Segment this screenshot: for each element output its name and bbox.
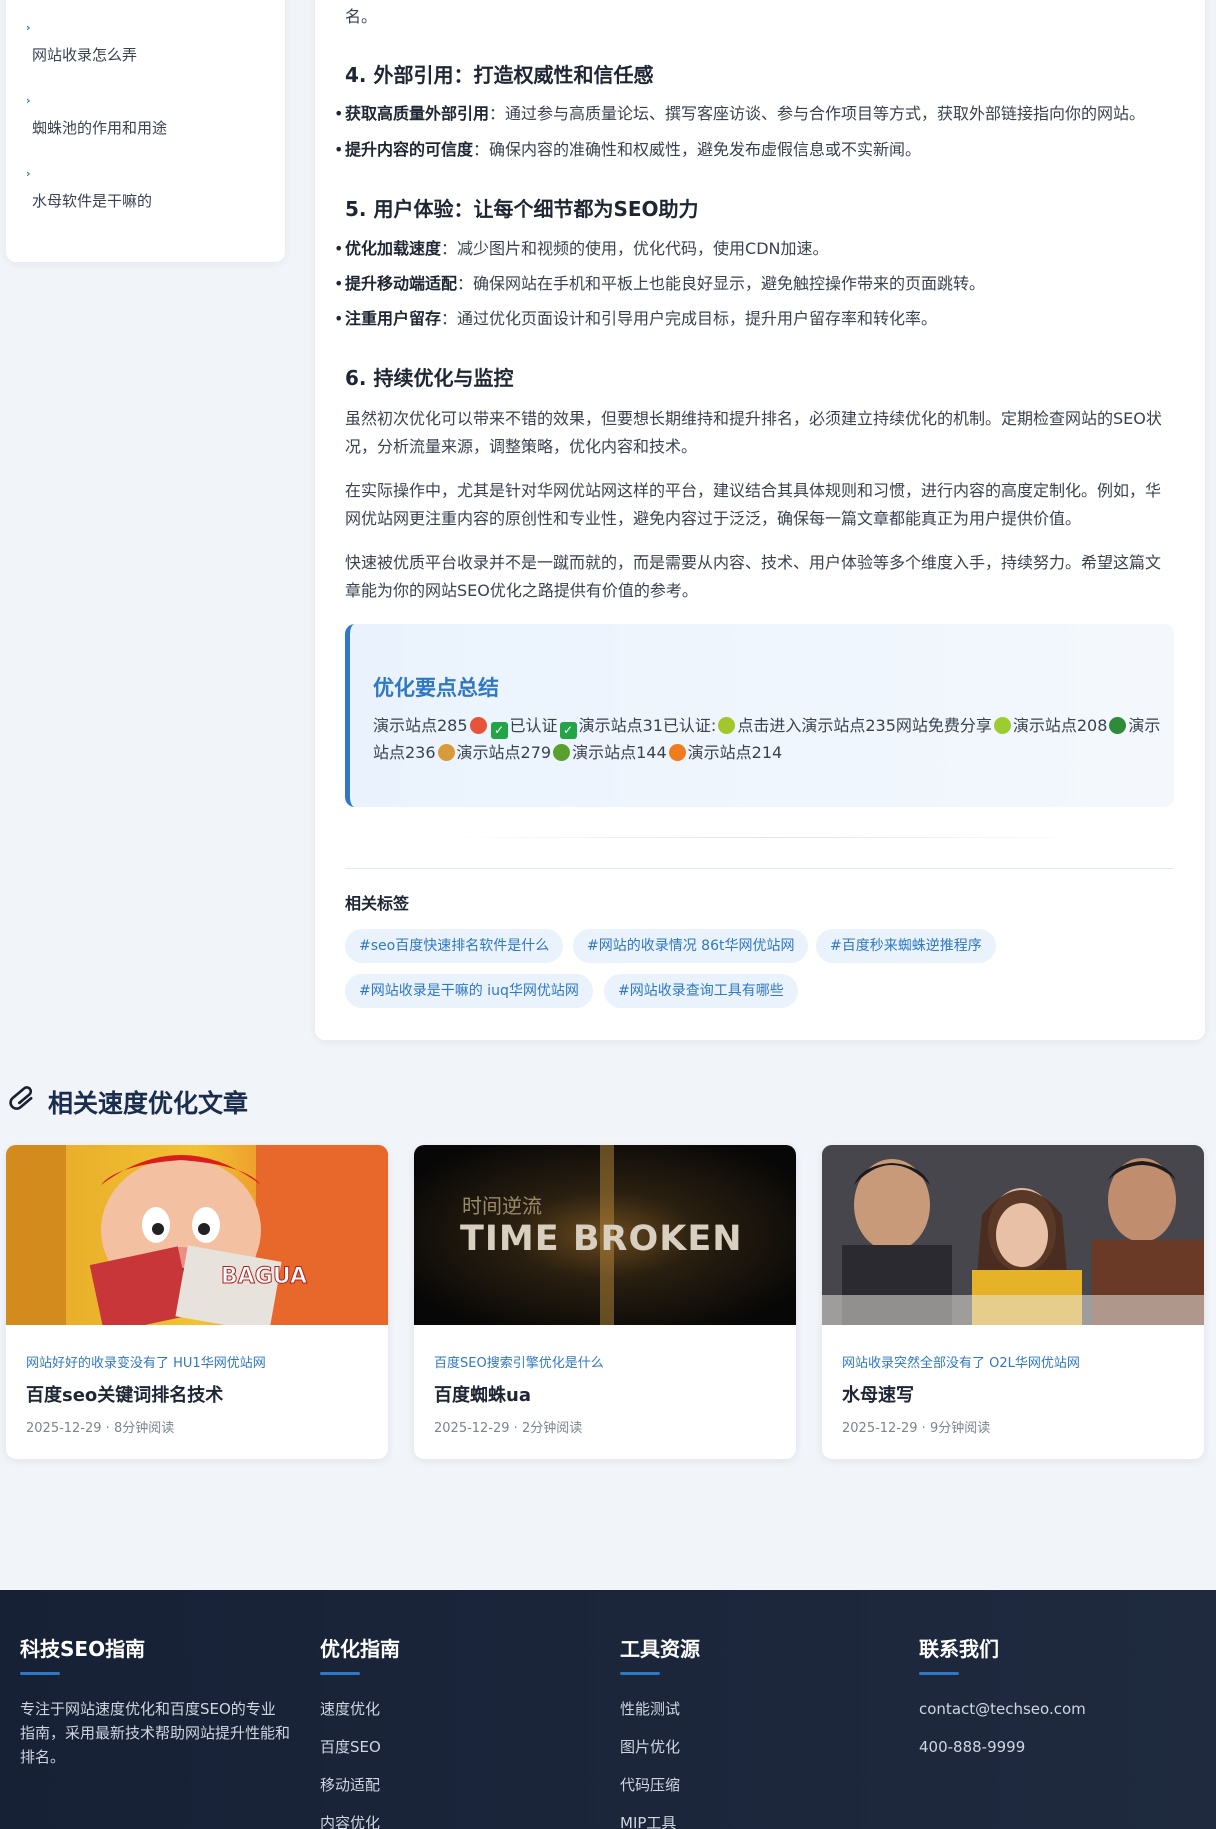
sidebar-item-label: 网站收录怎么弄: [32, 46, 138, 64]
footer-col-title: 优化指南: [320, 1637, 400, 1661]
peanut-icon: [437, 744, 455, 761]
list-item: 提升内容的可信度：确保内容的准确性和权威性，避免发布虚假信息或不实新闻。: [334, 138, 1175, 162]
section-4-list: 获取高质量外部引用：通过参与高质量论坛、撰写客座访谈、参与合作项目等方式，获取外…: [334, 102, 1175, 162]
sidebar-item-2[interactable]: › 蜘蛛池的作用和用途: [26, 95, 167, 138]
section-heading-4: 4. 外部引用：打造权威性和信任感: [345, 63, 654, 87]
title-underline: [20, 1672, 60, 1675]
article-paragraph: 名。: [345, 7, 378, 26]
svg-text:TIME BROKEN: TIME BROKEN: [460, 1219, 743, 1259]
article-paragraph: 快速被优质平台收录并不是一蹴而就的，而是需要从内容、技术、用户体验等多个维度入手…: [345, 553, 1162, 600]
site-footer: 科技SEO指南 专注于网站速度优化和百度SEO的专业指南，采用最新技术帮助网站提…: [0, 1590, 1216, 1829]
footer-link[interactable]: 百度SEO: [320, 1735, 400, 1759]
article-thumbnail: 时间逆流 TIME BROKEN: [414, 1145, 796, 1325]
footer-col-title: 科技SEO指南: [20, 1637, 146, 1661]
article-paragraph: 在实际操作中，尤其是针对华网优站网这样的平台，建议结合其具体规则和习惯，进行内容…: [345, 481, 1162, 528]
footer-col-title: 工具资源: [620, 1637, 700, 1661]
footer-link[interactable]: 代码压缩: [620, 1773, 700, 1797]
svg-text:BAGUA: BAGUA: [221, 1264, 307, 1289]
related-card-2[interactable]: 时间逆流 TIME BROKEN 百度SEO搜索引擎优化是什么 百度蜘蛛ua 2…: [414, 1145, 796, 1459]
green-apple-icon: [993, 717, 1011, 734]
footer-col-about: 科技SEO指南 专注于网站速度优化和百度SEO的专业指南，采用最新技术帮助网站提…: [20, 1633, 290, 1769]
sidebar-item-label: 蜘蛛池的作用和用途: [32, 119, 168, 137]
cucumber-icon: [553, 744, 571, 761]
sidebar-item-1[interactable]: › 网站收录怎么弄: [26, 22, 137, 65]
article-category: 网站好好的收录变没有了 HU1华网优站网: [26, 1356, 266, 1371]
tag-chip[interactable]: #网站收录查询工具有哪些: [604, 974, 798, 1008]
contact-email-link[interactable]: contact@techseo.com: [919, 1697, 1086, 1721]
list-item: 注重用户留存：通过优化页面设计和引导用户完成目标，提升用户留存率和转化率。: [334, 307, 1175, 331]
section-heading-5: 5. 用户体验：让每个细节都为SEO助力: [345, 197, 699, 221]
summary-box: 优化要点总结 演示站点285 ✓ 已认证 ✓ 演示站点31已认证: 点击进入演示站点235…: [345, 624, 1174, 807]
related-card-3[interactable]: 网站收录突然全部没有了 O2L华网优站网 水母速写 2025-12-29 · 9…: [822, 1145, 1204, 1459]
divider: [440, 837, 1100, 838]
title-underline: [919, 1672, 959, 1675]
footer-col-tools: 工具资源 性能测试 图片优化 代码压缩 MIP工具: [620, 1633, 700, 1829]
list-item: 提升移动端适配：确保网站在手机和平板上也能良好显示，避免触控操作带来的页面跳转。: [334, 272, 1175, 296]
footer-link[interactable]: MIP工具: [620, 1811, 700, 1829]
divider: [345, 868, 1174, 869]
chevron-right-icon: ›: [26, 21, 31, 34]
article-meta: 2025-12-29 · 2分钟阅读: [434, 1421, 583, 1436]
watermelon-icon: [469, 717, 487, 734]
article-category: 网站收录突然全部没有了 O2L华网优站网: [842, 1356, 1080, 1371]
related-section-title: 相关速度优化文章: [8, 1083, 248, 1121]
summary-link[interactable]: 演示站点214: [688, 743, 783, 762]
check-mark-icon: ✓: [559, 722, 577, 739]
title-underline: [620, 1672, 660, 1675]
summary-links: 演示站点285 ✓ 已认证 ✓ 演示站点31已认证: 点击进入演示站点235网站免费分享演…: [373, 712, 1163, 766]
list-item: 优化加载速度：减少图片和视频的使用，优化代码，使用CDN加速。: [334, 237, 1175, 261]
summary-link[interactable]: 演示站点279: [457, 743, 552, 762]
footer-link[interactable]: 移动适配: [320, 1773, 400, 1797]
article-thumbnail: [822, 1145, 1204, 1325]
article-thumbnail: BAGUA: [6, 1145, 388, 1334]
footer-about-text: 专注于网站速度优化和百度SEO的专业指南，采用最新技术帮助网站提升性能和排名。: [20, 1700, 291, 1766]
title-underline: [320, 1672, 360, 1675]
footer-col-contact: 联系我们 contact@techseo.com 400-888-9999: [919, 1633, 1086, 1759]
footer-col-guides: 优化指南 速度优化 百度SEO 移动适配 内容优化: [320, 1633, 400, 1829]
summary-link[interactable]: 演示站点31已认证:: [579, 716, 717, 735]
section-5-list: 优化加载速度：减少图片和视频的使用，优化代码，使用CDN加速。 提升移动端适配：…: [334, 237, 1175, 331]
tag-chip[interactable]: #seo百度快速排名软件是什么: [345, 929, 564, 963]
check-mark-icon: ✓: [490, 722, 508, 739]
article-title: 百度蜘蛛ua: [434, 1385, 531, 1406]
footer-link[interactable]: 图片优化: [620, 1735, 700, 1759]
pear-icon: [718, 717, 736, 734]
tag-chip[interactable]: #网站的收录情况 86t华网优站网: [573, 929, 809, 963]
article-paragraph: 虽然初次优化可以带来不错的效果，但要想长期维持和提升排名，必须建立持续优化的机制…: [345, 409, 1162, 456]
chevron-right-icon: ›: [26, 167, 31, 180]
chevron-right-icon: ›: [26, 94, 31, 107]
summary-link[interactable]: 演示站点208: [1013, 716, 1108, 735]
article-category: 百度SEO搜索引擎优化是什么: [434, 1356, 604, 1371]
summary-link[interactable]: 点击进入演示站点235网站免费分享: [737, 716, 992, 735]
tag-chip[interactable]: #百度秒来蜘蛛逆推程序: [816, 929, 996, 963]
clover-icon: [1109, 717, 1127, 734]
summary-link[interactable]: 已认证: [510, 716, 558, 735]
sidebar-item-label: 水母软件是干嘛的: [32, 192, 153, 210]
related-title-text: 相关速度优化文章: [48, 1089, 249, 1118]
list-item: 获取高质量外部引用：通过参与高质量论坛、撰写客座访谈、参与合作项目等方式，获取外…: [334, 102, 1175, 126]
summary-link[interactable]: 演示站点144: [572, 743, 667, 762]
article-title: 水母速写: [842, 1385, 914, 1406]
sidebar-item-3[interactable]: › 水母软件是干嘛的: [26, 168, 152, 211]
section-heading-6: 6. 持续优化与监控: [345, 366, 514, 390]
footer-link[interactable]: 性能测试: [620, 1697, 700, 1721]
article-title: 百度seo关键词排名技术: [26, 1385, 224, 1406]
article-meta: 2025-12-29 · 8分钟阅读: [26, 1421, 175, 1436]
tags-title: 相关标签: [345, 894, 410, 913]
summary-title: 优化要点总结: [373, 676, 499, 700]
svg-text:时间逆流: 时间逆流: [462, 1194, 542, 1218]
summary-link[interactable]: 演示站点285: [373, 716, 468, 735]
footer-link[interactable]: 速度优化: [320, 1697, 400, 1721]
paperclip-icon: [8, 1083, 40, 1121]
contact-phone-link[interactable]: 400-888-9999: [919, 1735, 1086, 1759]
related-card-1[interactable]: BAGUA 网站好好的收录变没有了 HU1华网优站网 百度seo关键词排名技术 …: [6, 1145, 388, 1459]
orange-icon: [668, 744, 686, 761]
tag-chip[interactable]: #网站收录是干嘛的 iuq华网优站网: [345, 974, 593, 1008]
footer-col-title: 联系我们: [919, 1637, 999, 1661]
article-meta: 2025-12-29 · 9分钟阅读: [842, 1421, 991, 1436]
footer-link[interactable]: 内容优化: [320, 1811, 400, 1829]
